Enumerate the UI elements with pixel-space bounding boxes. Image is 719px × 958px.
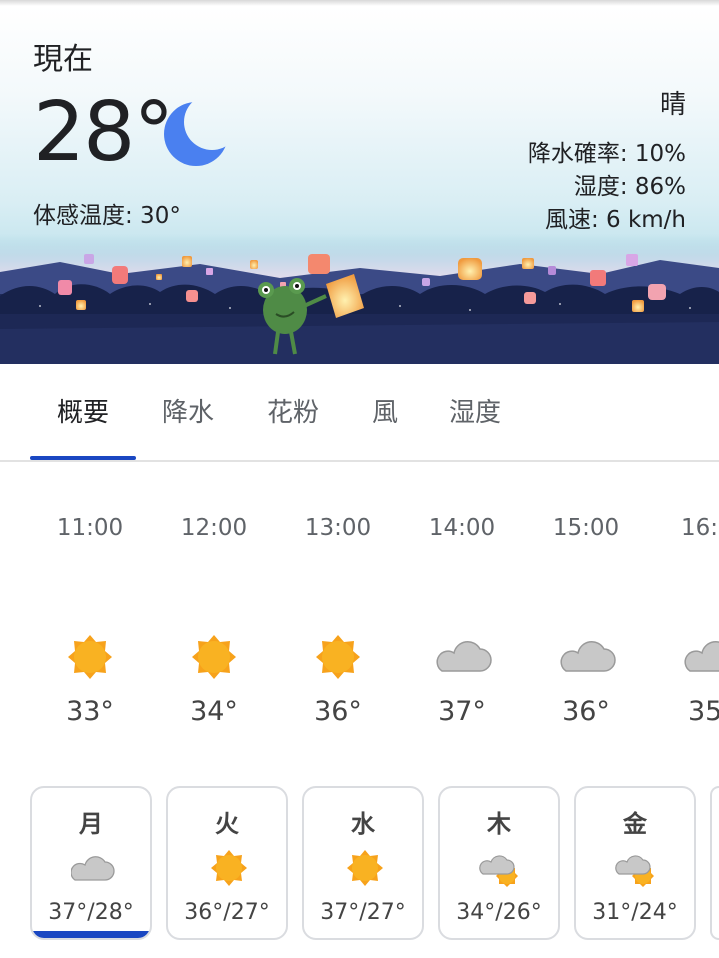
current-weather-panel: 現在 28° 体感温度: 30° 晴 降水確率: 10% 湿度: 86% 風速:… [0,6,719,364]
sun-icon [316,635,360,679]
day-card[interactable]: 金 31°/24° [574,786,696,940]
day-card[interactable]: 水 37°/27° [302,786,424,940]
sky-lantern-illustration [0,234,719,364]
day-temps: 36°/27° [184,900,270,925]
cloud-icon [71,856,115,881]
tab-bar: 概要 降水 花粉 風 湿度 [0,364,719,461]
day-temps: 34°/26° [456,900,542,925]
day-name: 金 [623,810,647,838]
feels-like: 体感温度: 30° [33,203,181,229]
day-card[interactable]: 木 34°/26° [438,786,560,940]
cloud-icon [436,641,492,672]
hour-temp: 36° [314,696,362,727]
wind-speed: 風速: 6 km/h [544,207,686,233]
hour-temp: 37° [438,696,486,727]
condition-text: 晴 [659,90,686,120]
day-card-partial[interactable] [710,786,719,940]
day-name: 水 [351,810,375,838]
tab-precipitation[interactable]: 降水 [162,392,214,429]
tab-pollen[interactable]: 花粉 [267,392,319,429]
day-temps: 37°/27° [320,900,406,925]
sun-icon [68,635,112,679]
hour-time: 14:00 [428,515,496,541]
partly-cloudy-icon [615,855,654,887]
hour-time: 12:00 [180,515,248,541]
cloud-icon [560,641,616,672]
tab-divider [0,460,719,462]
current-temperature: 28° [33,85,174,180]
hour-temp: 34° [190,696,238,727]
hour-temp: 35° [688,696,719,727]
day-temps: 37°/28° [48,900,134,925]
sun-icon [347,850,383,886]
hour-time: 15:00 [552,515,620,541]
selected-day-indicator [32,931,150,938]
cloud-icon [684,641,719,672]
tab-overview[interactable]: 概要 [57,392,109,429]
tab-humidity[interactable]: 湿度 [449,392,501,429]
now-label: 現在 [33,42,93,77]
day-name: 月 [79,810,103,838]
day-card[interactable]: 月 37°/28° [30,786,152,940]
precip-chance: 降水確率: 10% [527,141,686,167]
day-card[interactable]: 火 36°/27° [166,786,288,940]
day-name: 木 [487,810,511,838]
hour-temp: 33° [66,696,114,727]
day-name: 火 [215,810,239,838]
sun-icon [192,635,236,679]
day-temps: 31°/24° [592,900,678,925]
humidity: 湿度: 86% [573,174,686,200]
hour-time: 13:00 [304,515,372,541]
tab-wind[interactable]: 風 [372,392,398,429]
hour-time: 11:00 [56,515,124,541]
moon-icon [164,102,228,166]
sun-icon [211,850,247,886]
hour-time: 16:00 [681,515,719,541]
hour-temp: 36° [562,696,610,727]
partly-cloudy-icon [479,855,518,887]
